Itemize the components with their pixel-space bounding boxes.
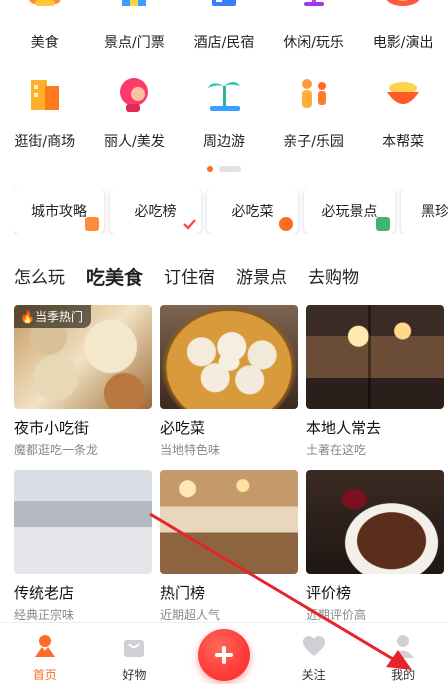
plus-icon: [214, 646, 233, 664]
carousel-pager: [0, 166, 448, 172]
shopping-bag-icon: [124, 640, 145, 657]
card-subtitle: 魔都逛吃一条龙: [14, 443, 99, 457]
category-label: 逛街/商场: [14, 134, 76, 150]
beauty-icon: [120, 78, 149, 112]
category-label: 亲子/乐园: [283, 134, 344, 150]
card-image: [14, 470, 152, 574]
tag-must-play[interactable]: 必玩景点: [304, 188, 395, 234]
nav-label: 好物: [122, 668, 147, 682]
tag-city-guide[interactable]: 城市攻略: [14, 188, 104, 234]
dish-icon: [279, 217, 293, 231]
nav-label: 首页: [32, 668, 57, 682]
card-image: 🔥当季热门: [14, 305, 152, 409]
category-shopping[interactable]: 逛街/商场: [0, 70, 90, 150]
leisure-icon: [303, 0, 324, 6]
category-attraction[interactable]: 景点/门票: [90, 0, 180, 56]
card-title: 热门榜: [160, 584, 206, 602]
food-icon: [29, 0, 61, 6]
card-title: 评价榜: [306, 584, 352, 602]
tab-shopping[interactable]: 去购物: [308, 263, 359, 293]
bottom-nav: 首页 好物 关注 我的: [0, 622, 448, 684]
card-image: [160, 470, 298, 574]
local-cuisine-icon: [387, 82, 420, 104]
card-traditional-shop[interactable]: 传统老店 经典正宗味: [14, 470, 152, 623]
tag-label: 必玩景点: [321, 204, 378, 220]
card-rating-list[interactable]: 评价榜 近期评价高: [306, 470, 444, 623]
family-icon: [301, 79, 326, 108]
nav-profile[interactable]: 我的: [358, 623, 448, 684]
tag-label: 黑珍: [421, 204, 448, 220]
tag-label: 城市攻略: [31, 204, 87, 220]
card-title: 本地人常去: [306, 419, 382, 437]
category-family[interactable]: 亲子/乐园: [269, 70, 359, 150]
publish-button[interactable]: [197, 629, 250, 681]
attraction-icon: [122, 0, 147, 6]
tag-label: 必吃榜: [134, 204, 177, 220]
heart-icon: [302, 636, 325, 656]
tab-eat-food[interactable]: 吃美食: [83, 263, 146, 293]
flame-icon: 🔥: [20, 310, 35, 324]
category-leisure[interactable]: 休闲/玩乐: [269, 0, 359, 56]
tag-black-pearl[interactable]: 黑珍: [401, 188, 448, 234]
content-tabs: 怎么玩 吃美食 订住宿 游景点 去购物: [14, 263, 380, 293]
movie-icon: [386, 0, 420, 6]
hot-badge: 🔥当季热门: [14, 305, 91, 328]
category-label: 景点/门票: [104, 35, 165, 51]
home-icon: [34, 635, 55, 657]
category-label: 周边游: [202, 134, 245, 150]
tab-stay[interactable]: 订住宿: [164, 263, 215, 293]
nearby-travel-icon: [207, 82, 240, 111]
nav-goods[interactable]: 好物: [90, 623, 180, 684]
category-nearby-travel[interactable]: 周边游: [179, 70, 269, 150]
tag-must-eat-dish[interactable]: 必吃菜: [207, 188, 298, 234]
tab-how-to-play[interactable]: 怎么玩: [14, 263, 65, 293]
pager-dot[interactable]: [219, 166, 241, 172]
scenic-icon: [376, 217, 390, 231]
nav-home[interactable]: 首页: [0, 623, 90, 684]
category-label: 丽人/美发: [104, 134, 165, 150]
card-title: 传统老店: [14, 584, 75, 602]
nav-label: 我的: [391, 668, 416, 682]
card-title: 夜市小吃街: [14, 419, 90, 437]
category-hotel[interactable]: 酒店/民宿: [179, 0, 269, 56]
category-local-cuisine[interactable]: 本帮菜: [358, 70, 448, 150]
card-must-eat[interactable]: 必吃菜 当地特色味: [160, 305, 298, 458]
nav-publish[interactable]: [179, 623, 269, 684]
nav-label: 关注: [301, 668, 326, 682]
nav-follow[interactable]: 关注: [269, 623, 359, 684]
card-image: [160, 305, 298, 409]
quick-tags: 城市攻略 必吃榜 必吃菜 必玩景点 黑珍: [14, 188, 448, 234]
card-subtitle: 土著在这吃: [306, 443, 367, 457]
category-row-1: 美食 景点/门票 酒店/民宿 休闲/玩乐 电影/演出: [0, 0, 448, 56]
hotel-icon: [211, 0, 236, 6]
check-icon: [183, 219, 196, 230]
tag-must-eat-list[interactable]: 必吃榜: [110, 188, 201, 234]
tab-sightseeing[interactable]: 游景点: [236, 263, 287, 293]
category-beauty[interactable]: 丽人/美发: [90, 70, 180, 150]
profile-icon: [392, 635, 415, 658]
card-title: 必吃菜: [160, 419, 206, 437]
card-image: [306, 470, 444, 574]
category-label: 美食: [30, 35, 59, 51]
category-label: 酒店/民宿: [193, 35, 255, 51]
food-cards: 🔥当季热门 夜市小吃街 魔都逛吃一条龙 必吃菜 当地特色味 本地人常去 土著在这…: [14, 305, 444, 623]
card-subtitle: 近期评价高: [306, 608, 367, 622]
shopping-icon: [30, 80, 59, 110]
category-row-2: 逛街/商场 丽人/美发 周边游 亲子/乐园 本帮菜: [0, 70, 448, 150]
category-food[interactable]: 美食: [0, 0, 90, 56]
category-label: 电影/演出: [372, 35, 434, 51]
card-hot-list[interactable]: 热门榜 近期超人气: [160, 470, 298, 623]
category-label: 休闲/玩乐: [283, 35, 344, 51]
category-label: 本帮菜: [382, 134, 425, 150]
card-subtitle: 当地特色味: [160, 443, 221, 457]
card-image: [306, 305, 444, 409]
card-night-market[interactable]: 🔥当季热门 夜市小吃街 魔都逛吃一条龙: [14, 305, 152, 458]
pager-dot-active[interactable]: [207, 166, 213, 172]
category-movie[interactable]: 电影/演出: [358, 0, 448, 56]
card-subtitle: 近期超人气: [160, 608, 221, 622]
tag-label: 必吃菜: [231, 204, 274, 220]
tag-badge-icon: [85, 217, 99, 231]
card-subtitle: 经典正宗味: [14, 608, 75, 622]
card-local-favorite[interactable]: 本地人常去 土著在这吃: [306, 305, 444, 458]
